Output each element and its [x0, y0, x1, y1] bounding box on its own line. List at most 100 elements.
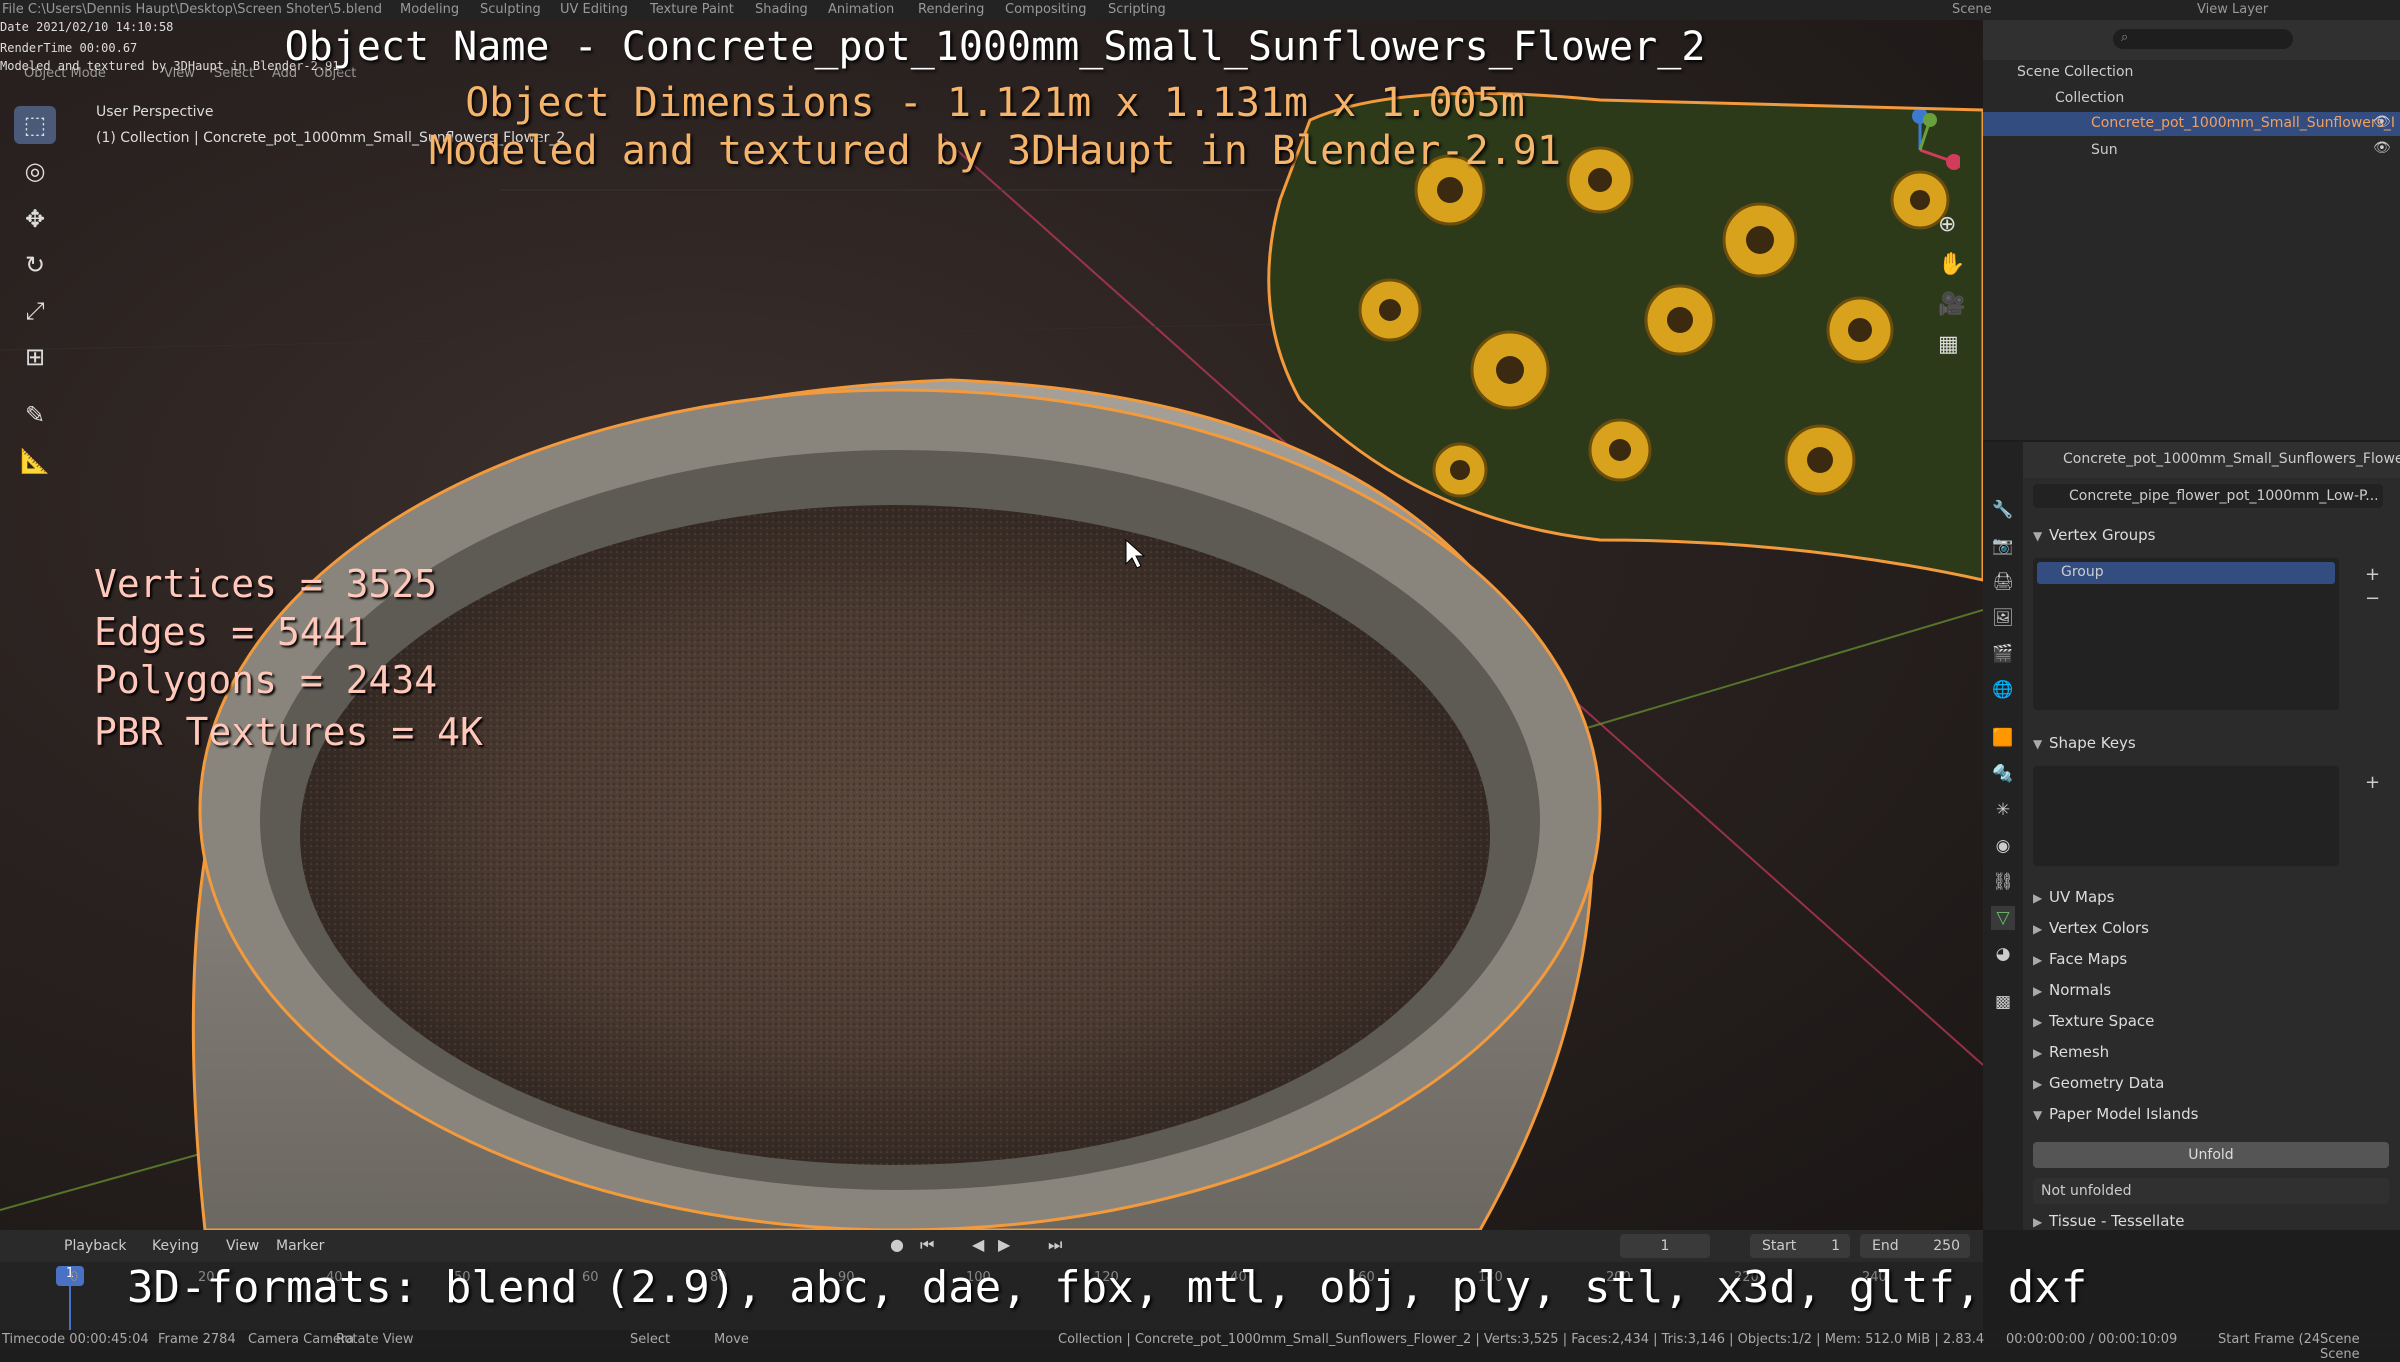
face-maps-header[interactable]: ▶ Face Maps — [2023, 950, 2400, 980]
timeline-header: Playback Keying View Marker ● ⏮ ◀ ▶ ⏭ 1 … — [0, 1230, 1983, 1262]
view-menu[interactable]: View — [226, 1238, 259, 1254]
vertex-groups-header[interactable]: ▼ Vertex Groups — [2023, 526, 2400, 556]
world-tab-icon[interactable]: 🌐 — [1991, 678, 2015, 702]
rotate-view-hint: Rotate View — [336, 1332, 414, 1347]
keying-menu[interactable]: Keying — [152, 1238, 199, 1254]
outliner-item-pot[interactable]: Concrete_pot_1000mm_Small_Sunflowers_I — [2091, 115, 2395, 131]
select-hint: Select — [630, 1332, 671, 1347]
3d-viewport[interactable]: Object Mode View Select Add Object Date … — [0, 20, 1983, 1230]
vertex-groups-list[interactable]: Group — [2033, 558, 2339, 710]
outliner-search-input[interactable]: ⌕ — [2113, 29, 2293, 49]
uv-maps-header[interactable]: ▶ UV Maps — [2023, 888, 2400, 918]
tab-sculpting[interactable]: Sculpting — [480, 2, 541, 17]
start-frame-label: Start Frame (24 — [2218, 1332, 2321, 1347]
scene-selector[interactable]: Scene — [1952, 2, 1992, 17]
eye-icon[interactable]: 👁 — [2373, 114, 2391, 130]
status-bar: Timecode 00:00:45:04 Frame 2784 Camera C… — [0, 1330, 2400, 1362]
file-path: File C:\Users\Dennis Haupt\Desktop\Scree… — [2, 2, 383, 17]
physics-tab-icon[interactable]: ◉ — [1991, 834, 2015, 858]
hand-pan-icon[interactable]: ✋ — [1938, 252, 1965, 277]
play-icon[interactable]: ▶ — [998, 1235, 1010, 1254]
properties-panel: 🔧 📷 🖨 🖼 🎬 🌐 🟧 🔩 ✳ ◉ ⛓ ▽ ◕ ▩ Concrete_pot… — [1983, 442, 2400, 1230]
outliner-item-sun[interactable]: Sun — [2091, 142, 2118, 158]
paper-model-header[interactable]: ▼ Paper Model Islands — [2023, 1105, 2400, 1135]
play-reverse-icon[interactable]: ◀ — [972, 1235, 984, 1254]
jump-end-icon[interactable]: ⏭ — [1048, 1235, 1062, 1255]
scene-label: Scene Scene — [2320, 1332, 2360, 1362]
tab-animation[interactable]: Animation — [828, 2, 894, 17]
credit-overlay: Modeled and textured by 3DHaupt in Blend… — [429, 128, 1561, 174]
scene-tab-icon[interactable]: 🎬 — [1991, 642, 2015, 666]
view-layer-selector[interactable]: View Layer — [2197, 2, 2268, 17]
marker-menu[interactable]: Marker — [276, 1238, 324, 1254]
vertex-colors-header[interactable]: ▶ Vertex Colors — [2023, 919, 2400, 949]
move-hint: Move — [714, 1332, 749, 1347]
timecode-label: Timecode 00:00:45:04 — [2, 1332, 149, 1347]
properties-header: Concrete_pot_1000mm_Small_Sunflowers_Flo… — [2023, 442, 2400, 478]
frame-label: Frame 2784 — [158, 1332, 236, 1347]
zoom-icon[interactable]: ⊕ — [1938, 212, 1956, 237]
rotate-icon[interactable]: ↻ — [14, 246, 56, 284]
tab-compositing[interactable]: Compositing — [1005, 2, 1087, 17]
formats-overlay: 3D-formats: blend (2.9), abc, dae, fbx, … — [127, 1262, 2088, 1313]
texture-space-header[interactable]: ▶ Texture Space — [2023, 1012, 2400, 1042]
eye-icon[interactable]: 👁 — [2373, 140, 2391, 156]
object-tab-icon[interactable]: 🟧 — [1991, 726, 2015, 750]
tab-uv-editing[interactable]: UV Editing — [560, 2, 628, 17]
tab-modeling[interactable]: Modeling — [400, 2, 459, 17]
add-shape-key-button[interactable]: + — [2365, 772, 2380, 793]
constraints-tab-icon[interactable]: ⛓ — [1991, 870, 2015, 894]
particles-tab-icon[interactable]: ✳ — [1991, 798, 2015, 822]
output-tab-icon[interactable]: 🖨 — [1991, 570, 2015, 594]
view-layer-tab-icon[interactable]: 🖼 — [1991, 606, 2015, 630]
add-vertex-group-button[interactable]: + — [2365, 564, 2380, 585]
record-icon[interactable]: ● — [890, 1235, 904, 1254]
scene-collection-label[interactable]: Scene Collection — [2017, 64, 2133, 80]
unfold-button[interactable]: Unfold — [2033, 1142, 2389, 1168]
annotate-icon[interactable]: ✎ — [14, 396, 56, 434]
scale-icon[interactable]: ⤢ — [14, 292, 56, 330]
scene-stats: Collection | Concrete_pot_1000mm_Small_S… — [1058, 1332, 1985, 1347]
mesh-name-field[interactable]: Concrete_pipe_flower_pot_1000mm_Low-P... — [2033, 484, 2383, 508]
tab-shading[interactable]: Shading — [755, 2, 808, 17]
start-frame-field[interactable]: Start 1 — [1750, 1234, 1850, 1258]
mesh-name: Concrete_pipe_flower_pot_1000mm_Low-P... — [2069, 488, 2379, 504]
properties-object-name: Concrete_pot_1000mm_Small_Sunflowers_Flo… — [2063, 451, 2400, 467]
tab-texture-paint[interactable]: Texture Paint — [650, 2, 734, 17]
camera-icon[interactable]: 🎥 — [1938, 292, 1965, 317]
dimensions-overlay: Object Dimensions - 1.121m x 1.131m x 1.… — [465, 80, 1525, 126]
properties-tabs: 🔧 📷 🖨 🖼 🎬 🌐 🟧 🔩 ✳ ◉ ⛓ ▽ ◕ ▩ — [1983, 442, 2023, 1230]
jump-start-icon[interactable]: ⏮ — [920, 1235, 934, 1255]
vertices-stat: Vertices = 3525 — [94, 562, 438, 606]
remesh-header[interactable]: ▶ Remesh — [2023, 1043, 2400, 1073]
tool-tab-icon[interactable]: 🔧 — [1991, 498, 2015, 522]
tab-scripting[interactable]: Scripting — [1108, 2, 1166, 17]
time-display: 00:00:00:00 / 00:00:10:09 — [2006, 1332, 2178, 1347]
current-frame-field[interactable]: 1 — [1620, 1234, 1710, 1258]
tab-rendering[interactable]: Rendering — [918, 2, 984, 17]
remove-vertex-group-button[interactable]: − — [2365, 588, 2380, 609]
render-tab-icon[interactable]: 📷 — [1991, 534, 2015, 558]
geometry-data-header[interactable]: ▶ Geometry Data — [2023, 1074, 2400, 1104]
modifier-tab-icon[interactable]: 🔩 — [1991, 762, 2015, 786]
material-tab-icon[interactable]: ◕ — [1991, 942, 2015, 966]
vertex-group-item[interactable]: Group — [2037, 562, 2335, 584]
tissue-header[interactable]: ▶ Tissue - Tessellate — [2023, 1212, 2400, 1230]
shape-keys-list[interactable] — [2033, 766, 2339, 866]
mesh-data-tab-icon[interactable]: ▽ — [1991, 906, 2015, 930]
outliner-row-selected[interactable]: Concrete_pot_1000mm_Small_Sunflowers_I 👁 — [1983, 112, 2400, 136]
transform-icon[interactable]: ⊞ — [14, 338, 56, 376]
texture-tab-icon[interactable]: ▩ — [1991, 990, 2015, 1014]
search-icon: ⌕ — [2121, 30, 2129, 45]
end-frame-field[interactable]: End 250 — [1860, 1234, 1970, 1258]
playback-menu[interactable]: Playback — [64, 1238, 126, 1254]
object-name-overlay: Object Name - Concrete_pot_1000mm_Small_… — [284, 24, 1706, 70]
measure-icon[interactable]: 📐 — [14, 442, 56, 480]
outliner-collection[interactable]: Collection — [2055, 90, 2124, 106]
shape-keys-header[interactable]: ▼ Shape Keys — [2023, 734, 2400, 764]
grid-icon[interactable]: ▦ — [1938, 332, 1959, 357]
outliner-panel: ⌕ Scene Collection Collection Concrete_p… — [1983, 20, 2400, 440]
top-bar: File C:\Users\Dennis Haupt\Desktop\Scree… — [0, 0, 2400, 20]
move-icon[interactable]: ✥ — [14, 200, 56, 238]
normals-header[interactable]: ▶ Normals — [2023, 981, 2400, 1011]
